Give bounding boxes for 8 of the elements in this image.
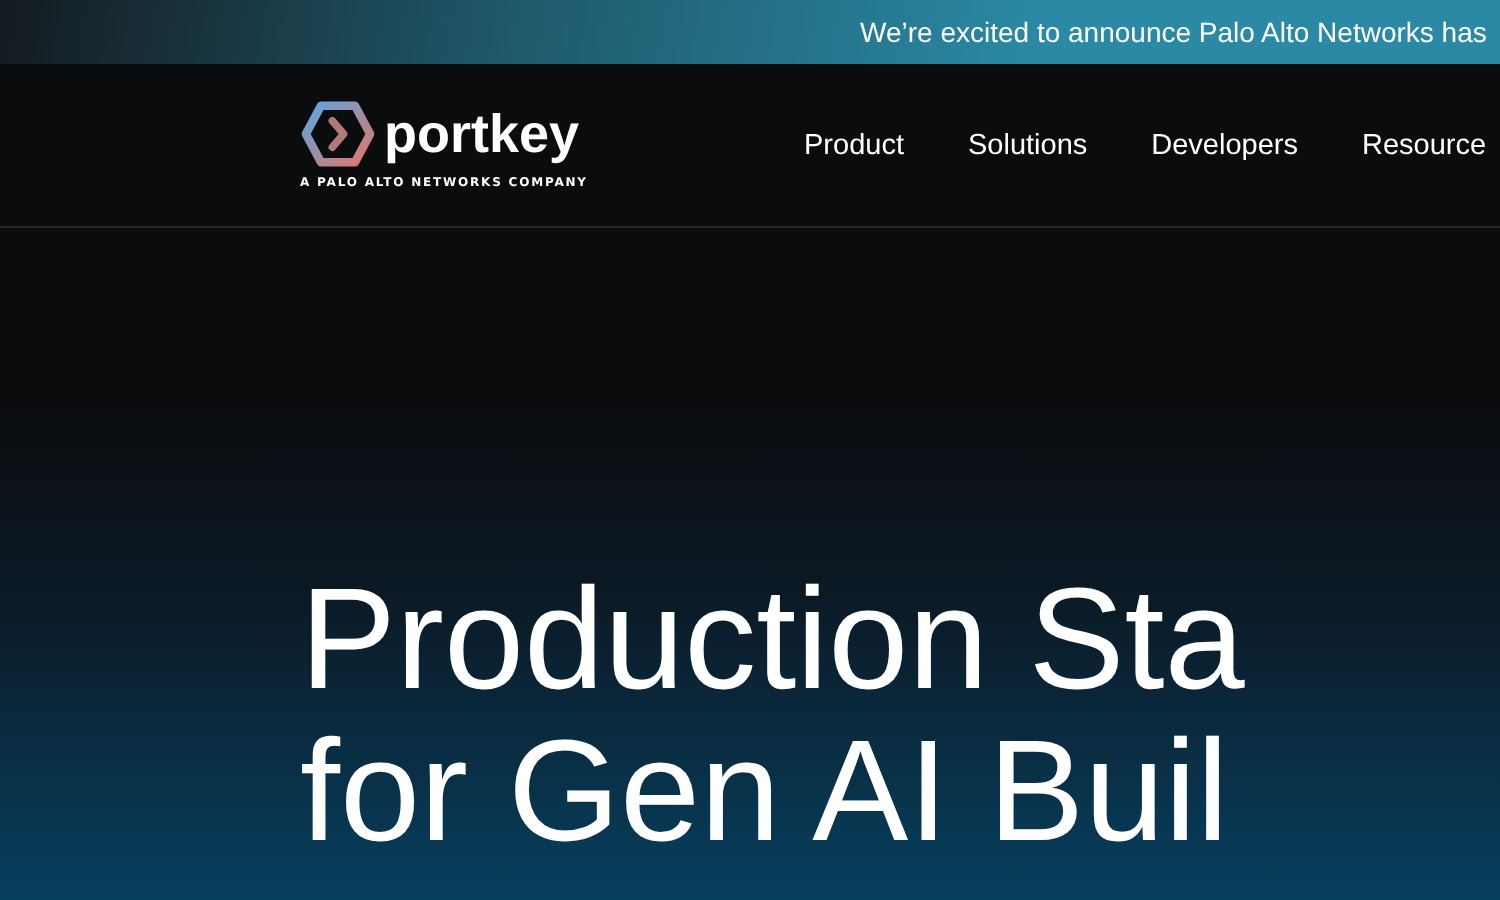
nav-link[interactable]: Solutions xyxy=(967,129,1088,161)
nav-link[interactable]: Resource xyxy=(1361,129,1487,161)
nav-link[interactable]: Developers xyxy=(1151,129,1298,161)
hero-headline: Production Sta xyxy=(300,564,1245,716)
nav-link[interactable]: Product xyxy=(804,129,904,161)
announcement-text: We’re excited to announce Palo Alto Networks has xyxy=(860,16,1487,48)
hexagon-logo-icon xyxy=(300,100,376,168)
hero-headline: for Gen AI Buil xyxy=(300,716,1229,868)
